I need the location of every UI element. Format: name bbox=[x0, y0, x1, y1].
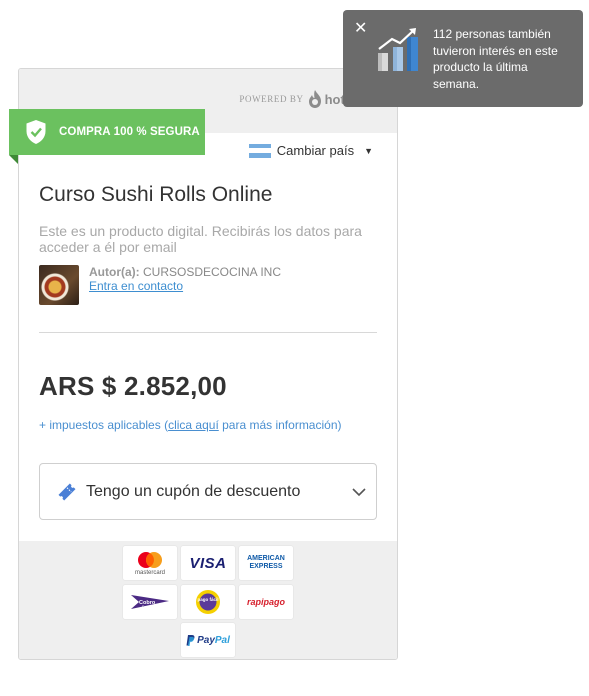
taxes-prefix: + impuestos aplicables ( bbox=[39, 418, 169, 432]
change-country-label: Cambiar país bbox=[276, 143, 355, 158]
visa-text: VISA bbox=[189, 554, 227, 572]
ticket-icon bbox=[58, 483, 76, 500]
shield-check-icon bbox=[26, 120, 46, 144]
pago-facil-logo: pago fácil bbox=[181, 585, 235, 619]
badge-fold bbox=[9, 155, 18, 164]
product-title: Curso Sushi Rolls Online bbox=[39, 183, 273, 206]
secure-purchase-label: COMPRA 100 % SEGURA bbox=[59, 126, 200, 138]
paypal-logo: Pay Pal bbox=[181, 623, 235, 657]
product-thumbnail bbox=[39, 265, 79, 305]
close-icon[interactable]: ✕ bbox=[354, 18, 367, 38]
divider bbox=[39, 332, 377, 333]
amex-logo: AMERICAN EXPRESS bbox=[239, 546, 293, 580]
pago-facil-icon: pago fácil bbox=[196, 590, 220, 614]
mastercard-text: mastercard bbox=[134, 569, 165, 576]
rapipago-logo: rapipago bbox=[239, 585, 293, 619]
paypal-mark: Pay Pal bbox=[186, 634, 230, 646]
notification-message: 112 personas también tuvieron interés en… bbox=[433, 27, 558, 91]
author-line: Autor(a): CURSOSDECOCINA INC bbox=[89, 265, 281, 279]
amex-text-2: EXPRESS bbox=[249, 563, 283, 570]
paypal-text-1: Pay bbox=[197, 634, 215, 646]
paypal-text-2: Pal bbox=[214, 634, 230, 646]
contact-link[interactable]: Entra en contacto bbox=[89, 279, 183, 293]
taxes-suffix: para más información) bbox=[218, 418, 342, 432]
rapipago-text: rapipago bbox=[246, 597, 285, 607]
checkout-card: POWERED BY hotmart Cambiar país ▼ Curso … bbox=[18, 68, 398, 660]
product-description: Este es un producto digital. Recibirás l… bbox=[39, 223, 362, 255]
argentina-flag-icon bbox=[248, 143, 271, 158]
visa-logo: VISA bbox=[181, 546, 235, 580]
mastercard-logo: mastercard bbox=[123, 546, 177, 580]
coupon-label: Tengo un cupón de descuento bbox=[86, 482, 301, 500]
cobro-express-icon: Cobro Express bbox=[131, 595, 169, 609]
coupon-toggle[interactable]: Tengo un cupón de descuento bbox=[39, 463, 377, 520]
secure-purchase-badge: COMPRA 100 % SEGURA bbox=[9, 109, 205, 155]
price: ARS $ 2.852,00 bbox=[39, 371, 227, 401]
caret-down-icon: ▼ bbox=[364, 145, 373, 156]
pago-facil-text: pago fácil bbox=[197, 597, 218, 602]
author-label: Autor(a): bbox=[89, 265, 140, 279]
paypal-icon bbox=[186, 634, 195, 646]
powered-by-text: POWERED BY bbox=[239, 94, 304, 104]
social-proof-notification: ✕ 112 personas también tuvieron interés … bbox=[343, 10, 583, 107]
payment-methods: mastercard VISA AMERICAN EXPRESS Cobro E… bbox=[19, 541, 397, 659]
author-name: CURSOSDECOCINA INC bbox=[143, 265, 282, 279]
taxes-link[interactable]: clica aquí bbox=[168, 418, 219, 432]
amex-text-1: AMERICAN bbox=[247, 555, 285, 562]
mastercard-icon bbox=[138, 551, 162, 568]
hotmart-flame-icon bbox=[308, 90, 321, 108]
taxes-info: + impuestos aplicables (clica aquí para … bbox=[39, 418, 342, 432]
chevron-down-icon bbox=[352, 487, 366, 496]
cobro-express-logo: Cobro Express bbox=[123, 585, 177, 619]
trending-chart-icon bbox=[378, 28, 418, 71]
express-text: Express bbox=[142, 605, 155, 609]
change-country-button[interactable]: Cambiar país ▼ bbox=[248, 143, 373, 158]
